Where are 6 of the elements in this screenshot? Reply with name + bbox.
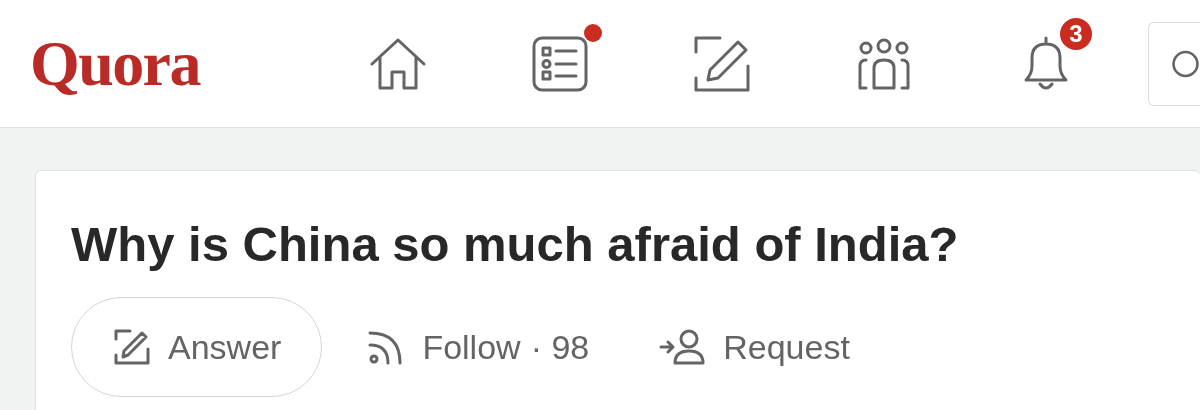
request-button[interactable]: Request	[659, 321, 850, 373]
notification-badge: 3	[1058, 15, 1094, 52]
quora-logo[interactable]: Quora	[30, 31, 200, 96]
follow-button[interactable]: Follow · 98	[366, 321, 590, 373]
question-title[interactable]: Why is China so much afraid of India?	[71, 211, 1200, 277]
search-field[interactable]	[1148, 21, 1200, 106]
